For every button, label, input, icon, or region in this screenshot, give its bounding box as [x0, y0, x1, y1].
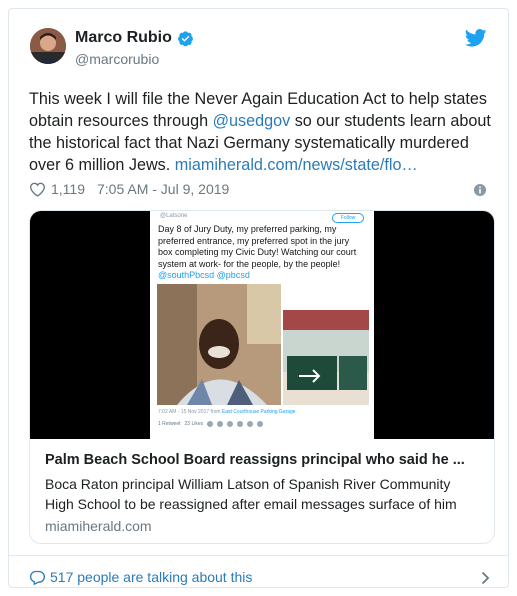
courthouse-sign-drawing: [283, 284, 369, 405]
card-domain: miamiherald.com: [45, 518, 152, 534]
embedded-footer-time: 7:02 AM - 15 Nov 2017 from: [158, 409, 222, 415]
liker-avatar: [257, 421, 264, 427]
embedded-footer-place: East Courthouse Parking Garage: [221, 409, 296, 415]
embedded-engagement: 1 Retweet 23 Likes: [158, 421, 264, 427]
author-handle[interactable]: @marcorubio: [75, 51, 159, 67]
chevron-right-icon[interactable]: [481, 571, 490, 585]
speech-bubble-icon: [29, 570, 45, 585]
tweet-timestamp[interactable]: 7:05 AM - Jul 9, 2019: [97, 181, 229, 197]
talking-text[interactable]: 517 people are talking about this: [50, 569, 252, 585]
heart-icon[interactable]: [29, 182, 46, 197]
selfie-photo-drawing: [157, 284, 281, 405]
verified-badge-icon: [177, 30, 193, 46]
embedded-follow-button: Follow: [332, 213, 364, 223]
liker-avatar: [247, 421, 254, 427]
tweet-text: This week I will file the Never Again Ed…: [29, 88, 499, 176]
courthouse-sign-photo: JURORS AND PUBLIC: [283, 284, 369, 405]
embedded-tweet-screenshot: @Latsone Follow Day 8 of Jury Duty, my p…: [150, 211, 374, 439]
tweet-card[interactable]: Marco Rubio @marcorubio This week I will…: [8, 8, 509, 588]
avatar[interactable]: [30, 28, 66, 64]
mention-link[interactable]: @usedgov: [213, 112, 291, 130]
talking-link[interactable]: 517 people are talking about this: [29, 569, 252, 585]
like-count[interactable]: 1,119: [51, 181, 85, 197]
divider: [9, 555, 508, 556]
info-icon[interactable]: [474, 184, 486, 196]
card-description: Boca Raton principal William Latson of S…: [45, 476, 457, 512]
card-title[interactable]: Palm Beach School Board reassigns princi…: [45, 452, 481, 468]
liker-avatar: [237, 421, 244, 427]
sign-text: JURORS AND PUBLIC: [295, 292, 359, 298]
link-preview-card[interactable]: @Latsone Follow Day 8 of Jury Duty, my p…: [29, 210, 495, 544]
liker-avatar: [207, 421, 214, 427]
tweet-meta: 1,119 7:05 AM - Jul 9, 2019: [29, 181, 229, 197]
author-name-text[interactable]: Marco Rubio: [75, 29, 172, 47]
embedded-likes: 23 Likes: [184, 421, 204, 427]
embedded-retweets: 1 Retweet: [158, 421, 181, 427]
article-link[interactable]: miamiherald.com/news/state/flo…: [175, 156, 418, 174]
embedded-text-body: Day 8 of Jury Duty, my preferred parking…: [158, 224, 357, 269]
liker-avatar: [227, 421, 234, 427]
embedded-handle: @Latsone: [160, 213, 188, 219]
selfie-photo: [157, 284, 281, 405]
twitter-bird-icon[interactable]: [465, 29, 487, 47]
embedded-footer: 7:02 AM - 15 Nov 2017 from East Courthou…: [158, 409, 296, 415]
embedded-tweet-text: Day 8 of Jury Duty, my preferred parking…: [158, 224, 366, 282]
author-name[interactable]: Marco Rubio: [75, 29, 194, 47]
liker-avatar: [217, 421, 224, 427]
avatar-image: [30, 28, 66, 64]
embedded-tags: @southPbcsd @pbcsd: [158, 270, 250, 280]
card-image[interactable]: @Latsone Follow Day 8 of Jury Duty, my p…: [30, 211, 494, 439]
